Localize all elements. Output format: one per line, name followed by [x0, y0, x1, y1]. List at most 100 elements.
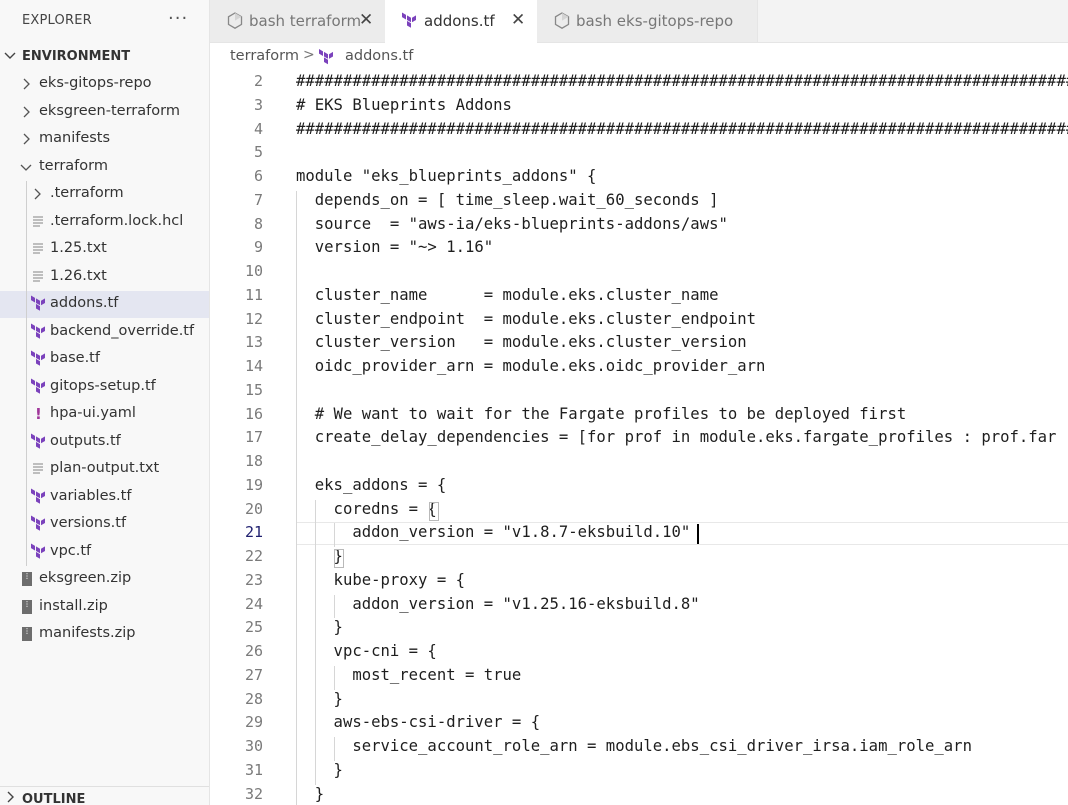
- code-line: version = "~> 1.16": [296, 238, 494, 257]
- bracket-match-highlight: [333, 549, 344, 568]
- tree-item[interactable]: .terraform: [0, 181, 209, 208]
- tree-item-label: base.tf: [50, 350, 100, 366]
- line-number: 11: [244, 285, 263, 304]
- line-number: 17: [244, 428, 263, 447]
- explorer-header: EXPLORER ···: [0, 0, 209, 42]
- line-number: 26: [244, 642, 263, 660]
- tree-item[interactable]: variables.tf: [0, 484, 209, 511]
- line-number: 32: [244, 784, 263, 803]
- editor-tab[interactable]: bash eks-gitops-repo: [537, 0, 758, 42]
- breadcrumb-separator-icon: >: [303, 47, 315, 63]
- tree-item-label: addons.tf: [50, 295, 119, 311]
- close-icon[interactable]: ✕: [359, 10, 373, 30]
- code-line: }: [296, 689, 343, 708]
- line-number: 18: [244, 452, 263, 470]
- yaml-file-icon: !: [31, 405, 45, 423]
- code-line: eks_addons = {: [296, 475, 447, 494]
- tree-item-label: vpc.tf: [50, 542, 92, 559]
- explorer-title: EXPLORER: [22, 13, 92, 28]
- editor-tab-bar: bash terraform ✕ addons.tf ✕ bash eks-gitops…: [210, 0, 1068, 43]
- editor-tab[interactable]: addons.tf ✕: [385, 0, 538, 43]
- tree-item[interactable]: ! hpa-ui.yaml: [0, 401, 209, 428]
- code-line: service_account_role_arn = module.ebs_cs…: [296, 737, 972, 755]
- code-line: oidc_provider_arn = module.eks.oidc_prov…: [296, 357, 766, 375]
- line-number: 2: [253, 72, 263, 90]
- text-file-icon: [31, 460, 45, 478]
- tree-item-label: eksgreen.zip: [39, 570, 132, 586]
- tree-item[interactable]: 1.25.txt: [0, 236, 209, 263]
- indent-guide: [26, 181, 27, 566]
- tab-label: addons.tf: [424, 12, 495, 30]
- more-actions-icon[interactable]: ···: [168, 8, 188, 29]
- tree-item[interactable]: backend_override.tf: [0, 319, 209, 346]
- line-number: 14: [244, 357, 263, 375]
- chevron-down-icon: [4, 46, 16, 70]
- terminal-icon: [227, 12, 243, 30]
- tree-item[interactable]: .terraform.lock.hcl: [0, 209, 209, 236]
- line-number: 5: [253, 143, 263, 162]
- breadcrumb-folder[interactable]: terraform: [230, 48, 299, 64]
- code-editor[interactable]: 2 #######################################…: [210, 71, 1068, 805]
- code-line: create_delay_dependencies = [for prof in…: [296, 428, 1057, 447]
- code-line: # We want to wait for the Fargate profil…: [296, 404, 907, 423]
- chevron-right-icon: [20, 102, 32, 126]
- code-line: cluster_endpoint = module.eks.cluster_en…: [296, 309, 757, 328]
- tree-item[interactable]: terraform: [0, 154, 209, 181]
- text-file-icon: [31, 240, 45, 258]
- tree-item[interactable]: plan-output.txt: [0, 456, 209, 483]
- tree-item[interactable]: eksgreen-terraform: [0, 99, 209, 126]
- close-icon[interactable]: ✕: [511, 10, 525, 30]
- code-line: vpc-cni = {: [296, 642, 437, 660]
- code-line: cluster_name = module.eks.cluster_name: [296, 285, 719, 304]
- tree-item[interactable]: versions.tf: [0, 511, 209, 538]
- tree-item[interactable]: eks-gitops-repo: [0, 71, 209, 98]
- tree-item[interactable]: addons.tf: [0, 291, 209, 318]
- tree-item[interactable]: manifests.zip: [0, 621, 209, 648]
- tree-item[interactable]: manifests: [0, 126, 209, 153]
- bracket-match-highlight: [429, 501, 440, 521]
- line-number: 24: [244, 594, 263, 613]
- tree-item-label: .terraform: [50, 185, 124, 201]
- indent-guide: [334, 737, 336, 761]
- zip-file-icon: [20, 598, 34, 616]
- code-line: most_recent = true: [296, 665, 522, 684]
- code-line: addon_version = "v1.25.16-eksbuild.8": [296, 594, 700, 613]
- line-number: 7: [253, 190, 263, 209]
- line-number: 28: [244, 689, 263, 708]
- tree-item[interactable]: base.tf: [0, 346, 209, 373]
- line-number: 27: [244, 665, 263, 684]
- terminal-icon: [554, 12, 570, 30]
- indent-guide: [334, 665, 336, 690]
- text-cursor: [697, 524, 700, 545]
- indent-guide: [334, 594, 336, 619]
- terraform-icon: [31, 433, 45, 451]
- outline-section-header[interactable]: OUTLINE: [0, 786, 209, 805]
- line-number: 30: [244, 737, 263, 755]
- code-line: cluster_version = module.eks.cluster_ver…: [296, 333, 747, 352]
- code-line: addon_version = "v1.8.7-eksbuild.10": [296, 523, 691, 542]
- tree-item-label: plan-output.txt: [50, 460, 160, 476]
- tree-item[interactable]: eksgreen.zip: [0, 566, 209, 593]
- chevron-down-icon: [20, 157, 32, 181]
- chevron-right-icon: [20, 129, 32, 153]
- chevron-right-icon: [20, 74, 32, 98]
- line-number: 22: [244, 547, 263, 565]
- tree-item[interactable]: vpc.tf: [0, 539, 209, 566]
- breadcrumb-file[interactable]: addons.tf: [345, 48, 413, 64]
- environment-section-label: ENVIRONMENT: [22, 49, 131, 64]
- breadcrumb: terraform > addons.tf: [210, 43, 1068, 71]
- editor-tab[interactable]: bash terraform ✕: [210, 0, 386, 42]
- tree-item[interactable]: install.zip: [0, 594, 209, 621]
- tree-item-label: 1.25.txt: [50, 240, 107, 256]
- tree-item[interactable]: gitops-setup.tf: [0, 374, 209, 401]
- line-number: 8: [253, 214, 263, 233]
- tree-item[interactable]: outputs.tf: [0, 429, 209, 456]
- tree-item[interactable]: 1.26.txt: [0, 264, 209, 291]
- tree-item-label: variables.tf: [50, 487, 132, 504]
- outline-section-label: OUTLINE: [22, 792, 86, 805]
- indent-guide: [334, 523, 336, 547]
- line-number: 3: [253, 95, 263, 114]
- tree-item-label: eks-gitops-repo: [39, 75, 152, 91]
- environment-section-header[interactable]: ENVIRONMENT: [0, 45, 209, 69]
- line-number: 19: [244, 475, 263, 494]
